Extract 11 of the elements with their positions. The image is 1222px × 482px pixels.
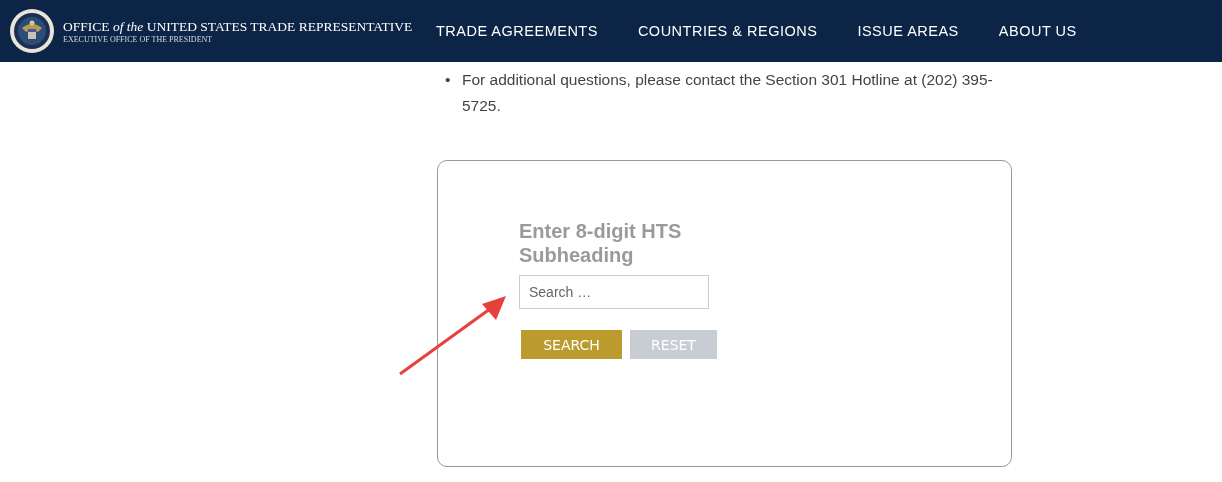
site-title[interactable]: OFFICE of the UNITED STATES TRADE REPRESENTATIVE: [63, 18, 413, 35]
nav-link[interactable]: ISSUE AREAS: [857, 23, 959, 39]
nav-link[interactable]: TRADE AGREEMENTS: [436, 23, 598, 39]
nav-link[interactable]: COUNTRIES & REGIONS: [637, 23, 818, 39]
search-field[interactable]: Search …: [519, 275, 709, 309]
site-subtitle: EXECUTIVE OFFICE OF THE PRESIDENT: [63, 34, 214, 44]
search-label: Enter 8-digit HTS Subheading: [519, 219, 683, 267]
bullet-marker: •: [445, 70, 452, 90]
seal-icon[interactable]: [9, 8, 55, 54]
bullet-text: For additional questions, please contact the Section 301 Hotline at (202) 395-5725.: [462, 70, 994, 116]
nav-link[interactable]: ABOUT US: [998, 23, 1077, 39]
